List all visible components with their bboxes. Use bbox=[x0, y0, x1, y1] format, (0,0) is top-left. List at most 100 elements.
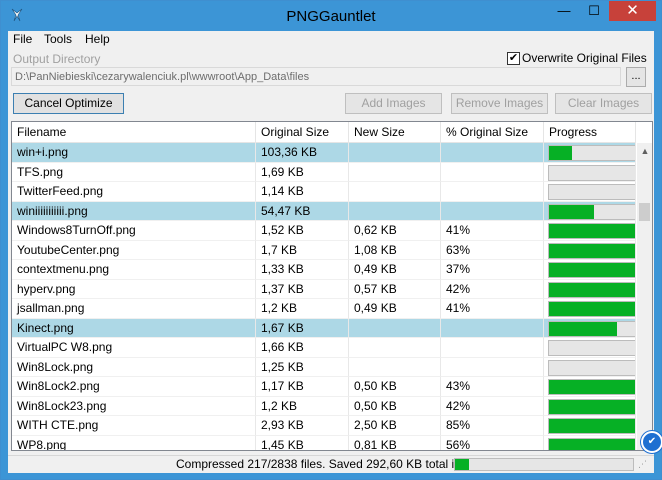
menu-tools[interactable]: Tools bbox=[44, 32, 72, 46]
cell-percent: 41% bbox=[441, 299, 544, 319]
row-progress-fill bbox=[549, 321, 617, 336]
row-progress-bar bbox=[548, 301, 635, 317]
cell-percent: 42% bbox=[441, 279, 544, 299]
row-progress-bar bbox=[548, 262, 635, 278]
cell-progress bbox=[544, 162, 636, 182]
cell-new-size bbox=[349, 201, 441, 221]
row-progress-bar bbox=[548, 242, 635, 259]
image-list[interactable]: Filename Original Size New Size % Origin… bbox=[11, 121, 653, 451]
cell-filename: Kinect.png bbox=[12, 318, 256, 338]
status-text: Compressed 217/2838 files. Saved 292,60 … bbox=[176, 457, 491, 471]
client-area: File Tools Help Output Directory ✔ Overw… bbox=[8, 31, 662, 473]
cell-filename: YoutubeCenter.png bbox=[12, 240, 256, 260]
table-row[interactable]: Kinect.png 1,67 KB bbox=[12, 318, 636, 338]
cell-filename: VirtualPC W8.png bbox=[12, 338, 256, 358]
remove-images-button[interactable]: Remove Images bbox=[451, 93, 548, 114]
cell-original-size: 1,52 KB bbox=[256, 221, 349, 241]
cell-percent bbox=[441, 318, 544, 338]
overwrite-label[interactable]: Overwrite Original Files bbox=[522, 51, 647, 65]
cell-percent bbox=[441, 182, 544, 202]
table-row[interactable]: VirtualPC W8.png 1,66 KB bbox=[12, 338, 636, 358]
cell-progress bbox=[544, 299, 636, 319]
column-header-original-size[interactable]: Original Size bbox=[256, 122, 349, 142]
row-progress-fill bbox=[549, 204, 594, 219]
overwrite-checkbox[interactable]: ✔ bbox=[507, 52, 520, 65]
table-row[interactable]: Win8Lock.png 1,25 KB bbox=[12, 357, 636, 377]
row-progress-bar bbox=[548, 281, 635, 298]
cell-filename: jsallman.png bbox=[12, 299, 256, 319]
cell-original-size: 1,7 KB bbox=[256, 240, 349, 260]
cell-percent bbox=[441, 357, 544, 377]
resize-grip-icon[interactable]: ⋰ bbox=[638, 459, 650, 471]
table-row[interactable]: WP8.png 1,45 KB 0,81 KB 56% bbox=[12, 435, 636, 450]
cell-original-size: 1,25 KB bbox=[256, 357, 349, 377]
cell-percent: 43% bbox=[441, 377, 544, 397]
table-row[interactable]: Win8Lock2.png 1,17 KB 0,50 KB 43% bbox=[12, 377, 636, 397]
table-row[interactable]: hyperv.png 1,37 KB 0,57 KB 42% bbox=[12, 279, 636, 299]
cell-new-size: 2,50 KB bbox=[349, 416, 441, 436]
row-progress-fill bbox=[549, 146, 572, 160]
table-row[interactable]: YoutubeCenter.png 1,7 KB 1,08 KB 63% bbox=[12, 240, 636, 260]
row-progress-fill bbox=[549, 399, 635, 414]
cell-progress bbox=[544, 357, 636, 377]
clear-images-button[interactable]: Clear Images bbox=[555, 93, 652, 114]
add-images-button[interactable]: Add Images bbox=[345, 93, 442, 114]
cell-progress bbox=[544, 338, 636, 358]
cell-percent bbox=[441, 338, 544, 358]
row-progress-bar bbox=[548, 398, 635, 415]
row-progress-bar bbox=[548, 437, 635, 450]
cell-progress bbox=[544, 279, 636, 299]
cancel-optimize-button[interactable]: Cancel Optimize bbox=[13, 93, 124, 114]
scroll-up-icon[interactable]: ▲ bbox=[637, 143, 652, 160]
vertical-scrollbar[interactable]: ▲ ▼ bbox=[637, 143, 652, 450]
table-row[interactable]: Win8Lock23.png 1,2 KB 0,50 KB 42% bbox=[12, 396, 636, 416]
output-directory-label: Output Directory bbox=[13, 52, 101, 66]
table-row[interactable]: Windows8TurnOff.png 1,52 KB 0,62 KB 41% bbox=[12, 221, 636, 241]
cell-new-size: 0,57 KB bbox=[349, 279, 441, 299]
cell-percent: 85% bbox=[441, 416, 544, 436]
cell-percent bbox=[441, 162, 544, 182]
table-row[interactable]: win+i.png 103,36 KB bbox=[12, 143, 636, 163]
cell-filename: WITH CTE.png bbox=[12, 416, 256, 436]
column-header-filename[interactable]: Filename bbox=[12, 122, 256, 142]
table-row[interactable]: WITH CTE.png 2,93 KB 2,50 KB 85% bbox=[12, 416, 636, 436]
column-header-percent[interactable]: % Original Size bbox=[441, 122, 544, 142]
menu-help[interactable]: Help bbox=[85, 32, 110, 46]
scroll-indicator-icon[interactable]: ✔ bbox=[641, 431, 662, 453]
browse-button[interactable]: ... bbox=[626, 67, 646, 87]
row-progress-fill bbox=[549, 263, 635, 277]
cell-new-size bbox=[349, 143, 441, 163]
cell-percent: 37% bbox=[441, 260, 544, 280]
row-progress-bar bbox=[548, 418, 635, 434]
table-row[interactable]: TwitterFeed.png 1,14 KB bbox=[12, 182, 636, 202]
cell-filename: TwitterFeed.png bbox=[12, 182, 256, 202]
table-row[interactable]: contextmenu.png 1,33 KB 0,49 KB 37% bbox=[12, 260, 636, 280]
table-row[interactable]: TFS.png 1,69 KB bbox=[12, 162, 636, 182]
close-button[interactable]: ✕ bbox=[609, 1, 656, 21]
column-header-new-size[interactable]: New Size bbox=[349, 122, 441, 142]
cell-new-size bbox=[349, 357, 441, 377]
table-row[interactable]: jsallman.png 1,2 KB 0,49 KB 41% bbox=[12, 299, 636, 319]
cell-filename: Win8Lock.png bbox=[12, 357, 256, 377]
row-progress-bar bbox=[548, 340, 635, 356]
cell-original-size: 1,66 KB bbox=[256, 338, 349, 358]
minimize-button[interactable]: — bbox=[549, 1, 579, 21]
cell-percent: 42% bbox=[441, 396, 544, 416]
cell-progress bbox=[544, 240, 636, 260]
menu-bar: File Tools Help bbox=[8, 31, 654, 47]
cell-new-size: 0,50 KB bbox=[349, 396, 441, 416]
cell-progress bbox=[544, 143, 636, 163]
table-row[interactable]: winiiiiiiiiiii.png 54,47 KB bbox=[12, 201, 636, 221]
cell-new-size bbox=[349, 338, 441, 358]
column-header-progress[interactable]: Progress bbox=[544, 122, 636, 142]
maximize-button[interactable]: ☐ bbox=[579, 1, 609, 21]
title-bar[interactable]: PNGGauntlet — ☐ ✕ bbox=[1, 1, 661, 31]
cell-original-size: 1,17 KB bbox=[256, 377, 349, 397]
output-directory-field[interactable]: D:\PanNiebieski\cezarywalenciuk.pl\wwwro… bbox=[11, 67, 621, 86]
cell-original-size: 1,37 KB bbox=[256, 279, 349, 299]
menu-file[interactable]: File bbox=[13, 32, 32, 46]
cell-original-size: 1,2 KB bbox=[256, 299, 349, 319]
list-rows: win+i.png 103,36 KB TFS.png 1,69 KB TwitterF… bbox=[12, 143, 636, 450]
cell-progress bbox=[544, 396, 636, 416]
scrollbar-thumb[interactable] bbox=[639, 203, 650, 221]
